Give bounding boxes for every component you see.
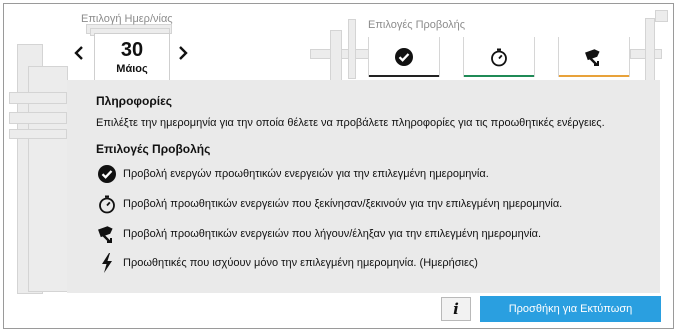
stopwatch-icon [491, 48, 507, 67]
lightning-icon [96, 252, 118, 274]
legend-item-ending: Προβολή προωθητικών ενεργειών που λήγουν… [96, 223, 541, 245]
bg-shape [655, 10, 668, 22]
check-circle-icon [96, 163, 118, 185]
info-button[interactable]: i [441, 297, 471, 321]
bg-shape [348, 19, 356, 79]
tab-accent-bar [464, 75, 534, 77]
tab-accent-bar [559, 75, 629, 77]
prev-date-button[interactable] [72, 43, 86, 63]
view-options-label: Επιλογές Προβολής [368, 19, 466, 31]
chevron-left-icon [74, 46, 83, 60]
flag-arrow-icon [585, 49, 600, 66]
legend-item-daily: Προωθητικές που ισχύουν μόνο την επιλεγμ… [96, 252, 478, 274]
date-month: Μάιος [116, 63, 148, 75]
check-circle-icon [395, 48, 413, 66]
date-display: 30 Μάιος [94, 33, 170, 81]
date-day: 30 [120, 39, 144, 61]
tab-accent-bar [369, 75, 439, 77]
add-to-print-button[interactable]: Προσθήκη για Εκτύπωση [480, 296, 661, 322]
stopwatch-icon [96, 193, 118, 215]
tab-active-promotions[interactable] [368, 37, 440, 77]
chevron-right-icon [179, 46, 188, 60]
info-title: Πληροφορίες [96, 94, 173, 108]
legend-item-active: Προβολή ενεργών προωθητικών ενεργειών γι… [96, 163, 489, 185]
bg-shape [9, 129, 67, 139]
legend-item-text: Προβολή προωθητικών ενεργειών που ξεκίνη… [123, 198, 563, 210]
legend-item-started: Προβολή προωθητικών ενεργειών που ξεκίνη… [96, 193, 562, 215]
bg-shape [9, 112, 67, 124]
info-text: Επιλέξτε την ημερομηνία για την οποία θέ… [96, 117, 605, 129]
bg-shape [9, 92, 67, 104]
options-title: Επιλογές Προβολής [96, 142, 211, 156]
info-panel: Πληροφορίες Επιλέξτε την ημερομηνία για … [67, 80, 660, 293]
date-selector-label: Επιλογή Ημερ/νίας [81, 13, 173, 25]
tab-ending-promotions[interactable] [558, 37, 630, 77]
bg-shape [330, 30, 342, 82]
next-date-button[interactable] [176, 43, 190, 63]
legend-item-text: Προωθητικές που ισχύουν μόνο την επιλεγμ… [123, 257, 478, 269]
tab-started-promotions[interactable] [463, 37, 535, 77]
legend-item-text: Προβολή ενεργών προωθητικών ενεργειών γι… [123, 168, 489, 180]
flag-arrow-icon [96, 223, 118, 245]
legend-item-text: Προβολή προωθητικών ενεργειών που λήγουν… [123, 228, 542, 240]
